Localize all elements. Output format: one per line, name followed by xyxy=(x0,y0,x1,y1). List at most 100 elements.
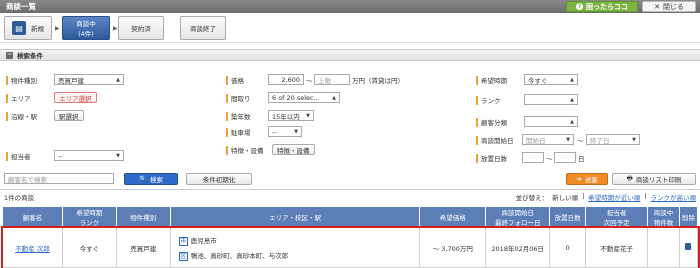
layout-multiselect[interactable]: 6 of 20 selec... ▲ xyxy=(268,92,340,103)
sort-separator: | xyxy=(582,192,585,200)
trash-icon[interactable] xyxy=(685,243,692,250)
send-icon: ➜ xyxy=(576,175,582,183)
price-min-input[interactable]: 2,600 xyxy=(268,74,304,85)
end-date-input[interactable]: 終了日 ▼ xyxy=(586,134,640,145)
cell-start-date: 2018年02月06日 xyxy=(485,227,551,268)
col-property-count: 商談中 物件数 xyxy=(647,206,680,228)
send-customer-button[interactable]: ➜ 送客 xyxy=(566,173,608,185)
step-active-label: 商談中 xyxy=(76,20,96,28)
sort-rank-high[interactable]: ランクが高い順 xyxy=(651,192,697,202)
chevron-up-icon: ▲ xyxy=(570,118,574,125)
print-icon: 🖶 xyxy=(626,173,633,182)
property-type-select[interactable]: 売買戸建 ▲ xyxy=(54,74,124,85)
col-delete: 削除 xyxy=(678,206,699,228)
status-steps: ▤ 新規 ▶ 商談中 (4件) ▶ 契約済 商談終了 xyxy=(0,13,700,43)
chevron-down-icon: ▼ xyxy=(566,136,570,143)
delete-cell[interactable] xyxy=(678,227,699,268)
print-list-button[interactable]: 🖶 商談リスト印刷 xyxy=(612,173,696,185)
window-title: 商談一覧 xyxy=(6,2,36,11)
timing-select[interactable]: 今すぐ ▲ xyxy=(524,74,578,85)
features-button[interactable]: 特徴・設備 xyxy=(272,144,315,155)
cell-idle-days: 0 xyxy=(549,227,587,268)
district-tag: 区 xyxy=(178,251,188,261)
collapse-icon: − xyxy=(6,50,13,59)
idle-days-label: 放置日数 xyxy=(476,153,507,163)
close-button-label: 閉じる xyxy=(662,2,684,11)
search-row: 顧客名で検索 🔍 検索 条件初期化 ➜ 送客 🖶 商談リスト印刷 xyxy=(0,169,700,189)
layout-label: 間取り xyxy=(226,93,251,103)
area-districts: 鴨池、真砂町、真砂本町、与次郎 xyxy=(190,251,289,260)
customer-category-select[interactable]: ▲ xyxy=(524,116,578,127)
features-label: 特徴・設備 xyxy=(226,145,264,155)
step-finished[interactable]: 商談終了 xyxy=(180,16,226,40)
age-select[interactable]: 15年以内 ▼ xyxy=(268,110,314,121)
price-unit: 万円（賃貸は円） xyxy=(352,76,404,85)
step-active-count: (4件) xyxy=(78,30,94,38)
step-contract-label: 契約済 xyxy=(131,25,151,33)
section-title: 検索条件 xyxy=(17,52,43,60)
chevron-down-icon: ▼ xyxy=(632,136,636,143)
customer-category-label: 顧客分類 xyxy=(476,117,507,127)
step-new[interactable]: ▤ 新規 xyxy=(4,16,52,40)
date-tilde: 〜 xyxy=(577,136,584,145)
sort-newest[interactable]: 新しい順 xyxy=(552,192,578,202)
chevron-up-icon: ▲ xyxy=(332,94,336,101)
cell-type: 売買戸建 xyxy=(115,227,171,268)
days-unit: 日 xyxy=(578,154,585,163)
sort-options: 並び替え： 新しい順 | 希望時期が近い順 | ランクが高い順 xyxy=(516,192,696,202)
sort-separator: | xyxy=(644,192,647,200)
cell-price: ～ 3,700万円 xyxy=(419,227,487,268)
search-button[interactable]: 🔍 検索 xyxy=(124,173,178,185)
area-city: 鹿児島市 xyxy=(190,236,217,245)
rank-select[interactable]: ▲ xyxy=(524,94,578,105)
staff-select[interactable]: -- ▼ xyxy=(54,150,124,161)
results-bar: 1件の商談 並び替え： 新しい順 | 希望時期が近い順 | ランクが高い順 xyxy=(0,189,700,202)
step-new-label: 新規 xyxy=(31,25,44,33)
days-tilde: 〜 xyxy=(546,154,553,163)
city-tag: 市 xyxy=(178,236,188,246)
age-label: 築年数 xyxy=(226,111,251,121)
customer-name-link[interactable]: 不動産 次郎 xyxy=(15,245,50,253)
price-label: 価格 xyxy=(226,75,244,85)
rank-label: ランク xyxy=(476,95,501,105)
chevron-up-icon: ▲ xyxy=(116,76,120,83)
help-button[interactable]: ? 困ったらココ xyxy=(566,1,638,12)
document-icon: ▤ xyxy=(12,21,26,35)
window-titlebar: 商談一覧 ? 困ったらココ ✕ 閉じる xyxy=(0,0,700,13)
search-conditions-header[interactable]: − 検索条件 xyxy=(0,49,700,61)
cell-area: 市鹿児島市 区鴨池、真砂町、真砂本町、与次郎 xyxy=(169,227,421,268)
timing-label: 希望時期 xyxy=(476,75,507,85)
col-area: エリア・校区・駅 xyxy=(169,206,421,228)
price-max-input[interactable]: 上限 xyxy=(314,74,350,85)
chevron-down-icon: ▼ xyxy=(306,112,310,119)
idle-days-max-input[interactable] xyxy=(554,152,576,163)
step-active[interactable]: 商談中 (4件) xyxy=(62,16,110,40)
step-finished-label: 商談終了 xyxy=(190,25,216,33)
cell-property-count xyxy=(647,227,680,268)
chevron-right-icon: ▶ xyxy=(55,25,60,32)
table-row[interactable]: 不動産 次郎 今すぐ 売買戸建 市鹿児島市 区鴨池、真砂町、真砂本町、与次郎 ～… xyxy=(0,225,700,268)
area-select-button[interactable]: エリア選択 xyxy=(54,92,97,103)
col-timing-rank: 希望時期 ランク xyxy=(61,206,117,228)
results-table: 顧客名 希望時期 ランク 物件種別 エリア・校区・駅 希望価格 商談開始日 最終フォ… xyxy=(0,206,700,268)
station-select-button[interactable]: 駅選択 xyxy=(54,110,84,121)
reset-button[interactable]: 条件初期化 xyxy=(186,173,252,185)
sort-nearest-timing[interactable]: 希望時期が近い順 xyxy=(588,192,640,202)
parking-label: 駐車場 xyxy=(226,127,251,137)
close-icon: ✕ xyxy=(654,2,660,11)
step-contract[interactable]: 契約済 xyxy=(118,16,164,40)
start-date-input[interactable]: 開始日 ▼ xyxy=(522,134,574,145)
col-type: 物件種別 xyxy=(115,206,171,228)
idle-days-min-input[interactable] xyxy=(522,152,544,163)
sort-label: 並び替え： xyxy=(515,194,549,202)
col-staff: 担当者 次回予定 xyxy=(585,206,649,228)
price-tilde: 〜 xyxy=(306,76,313,85)
chevron-up-icon: ▲ xyxy=(570,76,574,83)
col-customer: 顧客名 xyxy=(2,206,63,228)
search-icon: 🔍 xyxy=(138,175,148,183)
parking-select[interactable]: -- ▼ xyxy=(268,126,302,137)
property-type-label: 物件種別 xyxy=(6,75,37,85)
close-button[interactable]: ✕ 閉じる xyxy=(642,1,696,12)
customer-search-input[interactable]: 顧客名で検索 xyxy=(4,173,114,184)
help-button-label: 困ったらココ xyxy=(586,2,628,11)
